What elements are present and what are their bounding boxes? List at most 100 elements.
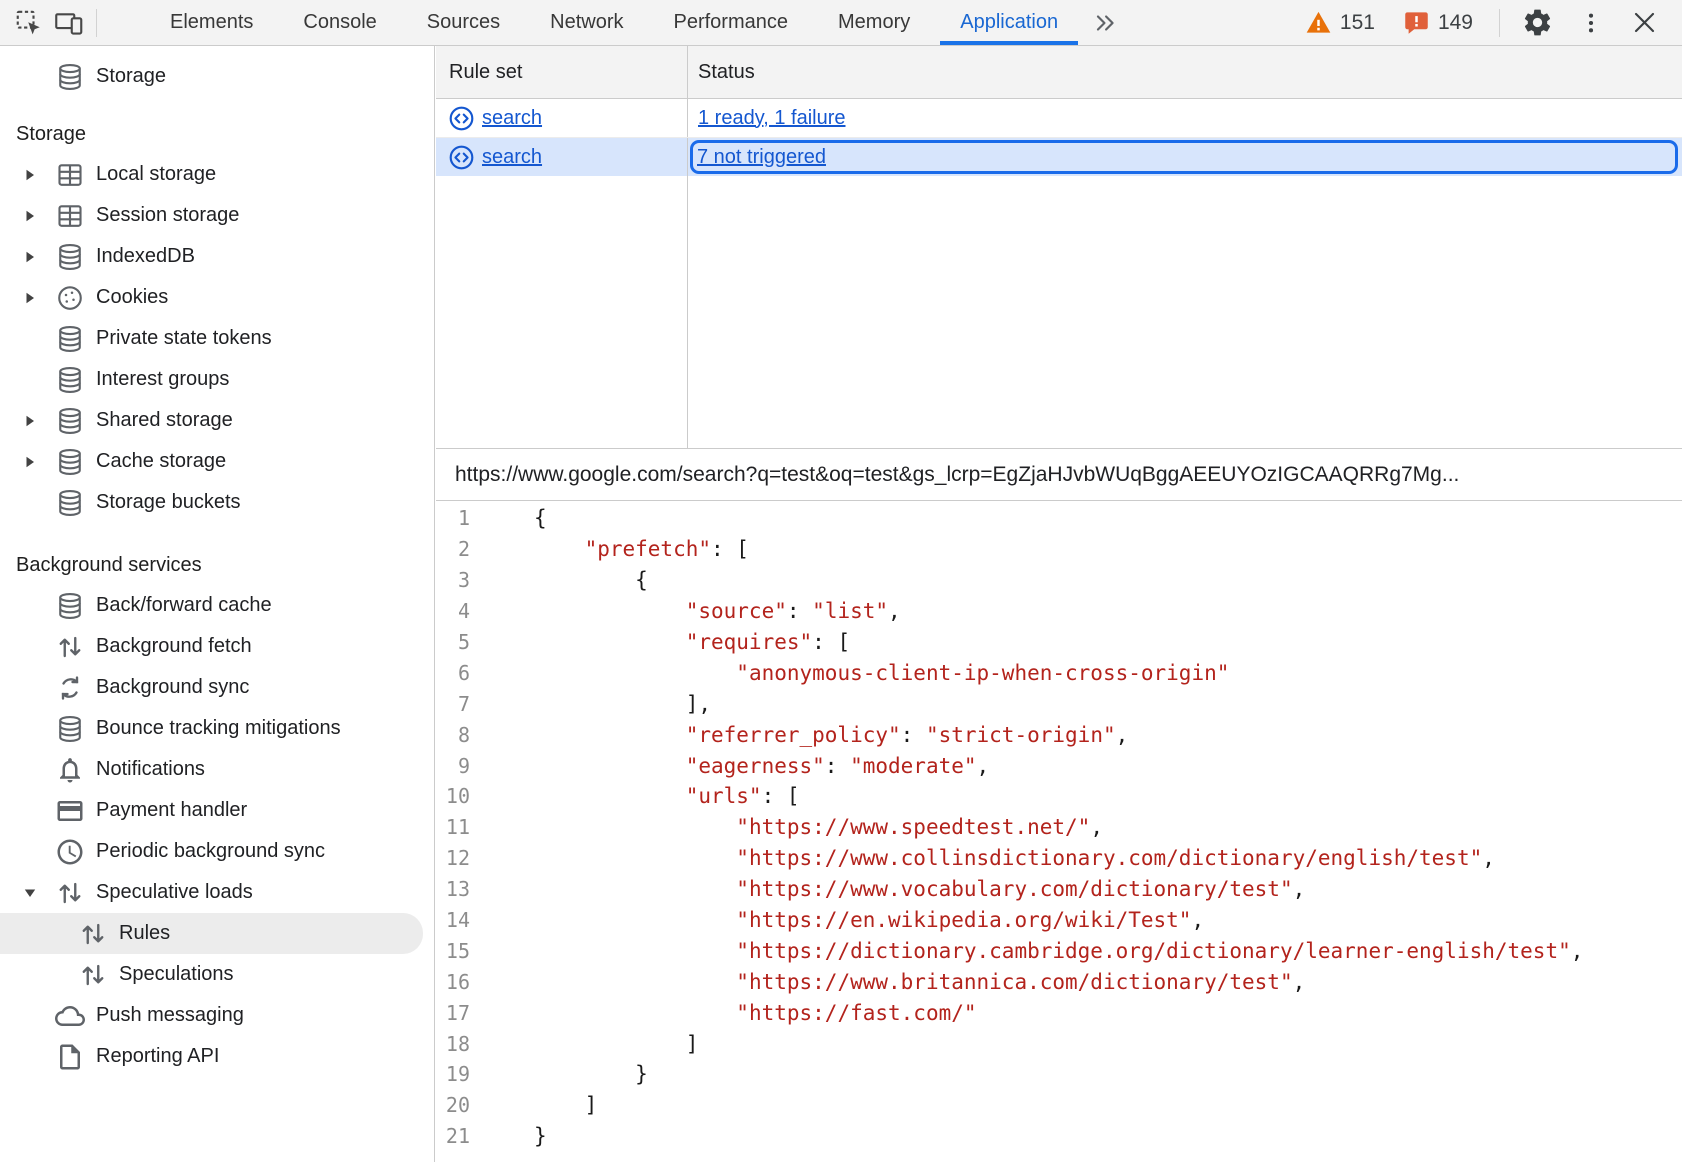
tab-application[interactable]: Application: [935, 0, 1083, 45]
line-number: 7: [436, 692, 470, 716]
rule-set-row-selected[interactable]: search 7 not triggered: [436, 138, 1682, 176]
kebab-menu-icon: [1578, 10, 1604, 36]
inspect-element-button[interactable]: [14, 8, 44, 38]
triangle-collapsed-icon[interactable]: [22, 454, 38, 470]
status-cell[interactable]: 1 ready, 1 failure: [688, 99, 1682, 137]
triangle-collapsed-icon[interactable]: [22, 167, 38, 183]
code-line: 13 "https://www.vocabulary.com/dictionar…: [436, 874, 1682, 905]
arrow-placeholder: [22, 372, 38, 388]
code-line-content: ]: [534, 1093, 597, 1117]
triangle-expanded-icon[interactable]: [22, 885, 38, 901]
toggle-device-toolbar-button[interactable]: [54, 8, 84, 38]
tab-network[interactable]: Network: [525, 0, 648, 45]
sidebar-item-session-storage[interactable]: Session storage: [0, 195, 434, 236]
column-header-status[interactable]: Status: [688, 46, 1682, 98]
code-line-content: {: [534, 506, 547, 530]
warning-triangle-icon: [1305, 9, 1332, 36]
tab-performance[interactable]: Performance: [649, 0, 814, 45]
code-line-content: "prefetch": [: [534, 537, 749, 561]
tab-strip: ElementsConsoleSourcesNetworkPerformance…: [145, 0, 1083, 45]
sidebar-item-bounce-tracking-mitigations[interactable]: Bounce tracking mitigations: [0, 708, 434, 749]
speculative-loads-rules-panel: Rule set Status search 1 ready, 1 failure…: [436, 46, 1682, 1162]
sidebar-item-notifications[interactable]: Notifications: [0, 749, 434, 790]
code-line: 11 "https://www.speedtest.net/",: [436, 812, 1682, 843]
sidebar-item-cookies[interactable]: Cookies: [0, 277, 434, 318]
issues-counter[interactable]: 149: [1403, 9, 1473, 36]
sidebar-item-label: Periodic background sync: [96, 840, 325, 863]
sidebar-item-periodic-background-sync[interactable]: Periodic background sync: [0, 831, 434, 872]
sidebar-item-label: Session storage: [96, 204, 239, 227]
devtools-window: ElementsConsoleSourcesNetworkPerformance…: [0, 0, 1682, 1162]
updown-icon: [55, 632, 85, 662]
line-number: 20: [436, 1093, 470, 1117]
issue-count: 149: [1438, 11, 1473, 35]
code-line-content: "https://www.vocabulary.com/dictionary/t…: [534, 877, 1305, 901]
database-icon: [55, 447, 85, 477]
line-number: 13: [436, 877, 470, 901]
code-line-content: "https://fast.com/": [534, 1001, 977, 1025]
status-link[interactable]: 1 ready, 1 failure: [698, 107, 846, 130]
more-options-button[interactable]: [1576, 8, 1606, 38]
code-line: 20 ]: [436, 1090, 1682, 1121]
sidebar-item-interest-groups[interactable]: Interest groups: [0, 359, 434, 400]
sidebar-item-speculative-loads[interactable]: Speculative loads: [0, 872, 434, 913]
line-number: 21: [436, 1124, 470, 1148]
rule-set-link[interactable]: search: [482, 146, 542, 169]
sidebar-item-background-fetch[interactable]: Background fetch: [0, 626, 434, 667]
triangle-collapsed-icon[interactable]: [22, 249, 38, 265]
line-number: 16: [436, 970, 470, 994]
tab-elements[interactable]: Elements: [145, 0, 278, 45]
source-code-viewer[interactable]: 1{2 "prefetch": [3 {4 "source": "list",5…: [436, 501, 1682, 1162]
warnings-counter[interactable]: 151: [1305, 9, 1375, 36]
sidebar-item-label: Cookies: [96, 286, 168, 309]
sidebar-item-speculations[interactable]: Speculations: [0, 954, 434, 995]
triangle-collapsed-icon[interactable]: [22, 413, 38, 429]
application-panel-sidebar: StorageStorageLocal storageSession stora…: [0, 46, 435, 1162]
column-header-rule-set[interactable]: Rule set: [436, 46, 688, 98]
rule-set-link[interactable]: search: [482, 107, 542, 130]
tab-memory[interactable]: Memory: [813, 0, 935, 45]
gear-icon: [1522, 7, 1553, 38]
sidebar-item-indexeddb[interactable]: IndexedDB: [0, 236, 434, 277]
sync-icon: [55, 673, 85, 703]
sidebar-item-payment-handler[interactable]: Payment handler: [0, 790, 434, 831]
code-line-content: {: [534, 568, 648, 592]
sidebar-item-rules[interactable]: Rules: [0, 913, 423, 954]
code-line-content: ],: [534, 692, 711, 716]
sidebar-item-storage[interactable]: Storage: [0, 56, 434, 97]
sidebar-item-background-sync[interactable]: Background sync: [0, 667, 434, 708]
tab-sources[interactable]: Sources: [402, 0, 525, 45]
sidebar-item-storage-buckets[interactable]: Storage buckets: [0, 482, 434, 523]
sidebar-item-local-storage[interactable]: Local storage: [0, 154, 434, 195]
triangle-collapsed-icon[interactable]: [22, 290, 38, 306]
sidebar-item-label: Back/forward cache: [96, 594, 272, 617]
close-devtools-button[interactable]: [1628, 7, 1660, 39]
tab-console[interactable]: Console: [278, 0, 401, 45]
status-link[interactable]: 7 not triggered: [697, 146, 826, 169]
code-line: 14 "https://en.wikipedia.org/wiki/Test",: [436, 905, 1682, 936]
sidebar-item-cache-storage[interactable]: Cache storage: [0, 441, 434, 482]
device-toolbar-icon: [54, 8, 84, 38]
code-circle-icon: [448, 105, 475, 132]
database-icon: [55, 714, 85, 744]
sidebar-item-reporting-api[interactable]: Reporting API: [0, 1036, 434, 1077]
line-number: 15: [436, 939, 470, 963]
code-line: 10 "urls": [: [436, 781, 1682, 812]
arrow-placeholder: [22, 598, 38, 614]
sidebar-item-label: Interest groups: [96, 368, 229, 391]
rule-set-row[interactable]: search 1 ready, 1 failure: [436, 99, 1682, 138]
arrow-placeholder: [22, 762, 38, 778]
settings-button[interactable]: [1520, 6, 1554, 40]
database-icon: [55, 591, 85, 621]
triangle-collapsed-icon[interactable]: [22, 208, 38, 224]
sidebar-item-back-forward-cache[interactable]: Back/forward cache: [0, 585, 434, 626]
sidebar-item-label: Background sync: [96, 676, 249, 699]
line-number: 2: [436, 537, 470, 561]
sidebar-item-shared-storage[interactable]: Shared storage: [0, 400, 434, 441]
sidebar-item-private-state-tokens[interactable]: Private state tokens: [0, 318, 434, 359]
status-cell-focused[interactable]: 7 not triggered: [690, 140, 1678, 174]
line-number: 3: [436, 568, 470, 592]
arrow-placeholder: [22, 495, 38, 511]
sidebar-item-push-messaging[interactable]: Push messaging: [0, 995, 434, 1036]
more-tabs-button[interactable]: [1083, 0, 1127, 45]
